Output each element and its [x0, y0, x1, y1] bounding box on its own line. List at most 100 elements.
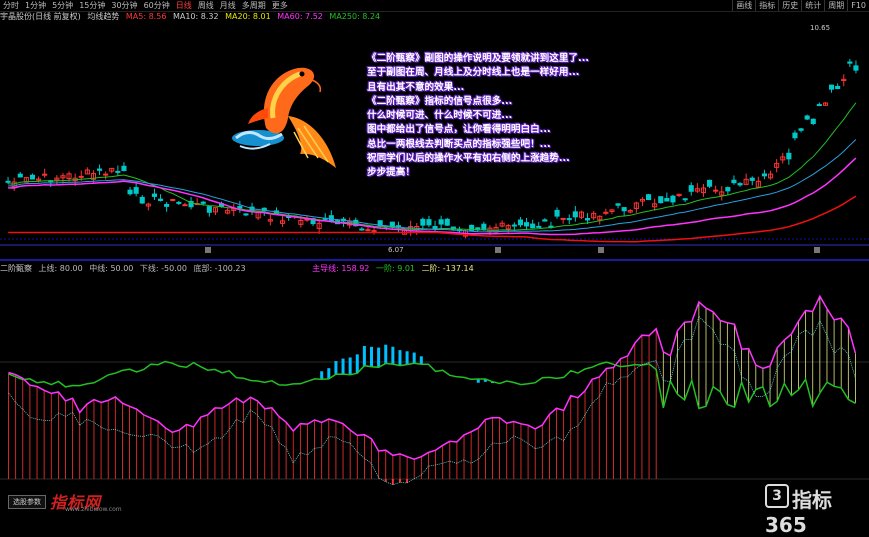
period-tab[interactable]: 更多 [269, 0, 291, 11]
annotation-line: 步步提高！ [367, 167, 415, 179]
ma5-value: MA5: 8.56 [125, 12, 167, 21]
sub-info-bar: 二阶甄察 上线: 80.00 中线: 50.00 下线: -50.00 底部: … [0, 264, 869, 274]
candle-body [810, 118, 816, 124]
period-tab[interactable]: 30分钟 [108, 0, 140, 11]
candle-body [658, 196, 664, 204]
candle-body [237, 206, 243, 209]
annotation-line: 图中都给出了信号点，让你看得明明白白... [367, 124, 551, 136]
stock-select-button[interactable]: 选股参数 [8, 495, 46, 509]
candle-body [164, 203, 170, 207]
candle-body [688, 185, 694, 192]
toolbar-button[interactable]: 周期 [824, 0, 847, 11]
annotation-text: 《二阶甄察》副图的操作说明及要领就讲到这里了... 至于副图在周、月线上及分时线上… [367, 52, 637, 181]
candle-body [438, 219, 444, 225]
candle-body [664, 198, 670, 202]
period-tab[interactable]: 60分钟 [141, 0, 173, 11]
time-marker [598, 247, 604, 253]
candle-body [646, 194, 652, 201]
candle-body [176, 201, 182, 204]
candle-body [798, 128, 804, 131]
candle-body [517, 219, 524, 226]
candle-body [621, 207, 627, 212]
sub-upper-value: 上线: 80.00 [38, 264, 83, 273]
period-tab[interactable]: 5分钟 [49, 0, 76, 11]
price-low-label: 6.07 [388, 246, 404, 254]
candle-body [243, 213, 249, 216]
candle-body [78, 175, 84, 178]
candle-body [536, 225, 542, 228]
watermark-right: 3 指标365 [765, 484, 869, 537]
toolbar-button[interactable]: F10 [847, 0, 869, 11]
period-tab[interactable]: 15分钟 [76, 0, 108, 11]
candle-body [713, 189, 719, 192]
indicator-name[interactable]: 均线趋势 [87, 12, 119, 22]
candle-body [725, 187, 731, 192]
candle-body [615, 203, 621, 206]
candle-body [761, 173, 768, 177]
sub-main-value: 主导线: 158.92 [312, 264, 370, 273]
candle-body [682, 198, 688, 201]
candle-body [121, 165, 127, 171]
candle-body [365, 229, 371, 232]
toolbar-button[interactable]: 统计 [801, 0, 824, 11]
candle-body [139, 196, 145, 204]
time-marker [205, 247, 211, 253]
candle-body [481, 223, 487, 230]
candle-body [97, 168, 103, 171]
time-marker [814, 247, 820, 253]
sub-second-value: 二阶: -137.14 [421, 264, 474, 273]
candle-body [5, 180, 11, 183]
candle-body [29, 174, 35, 180]
candle-body [749, 177, 755, 181]
main-line [8, 294, 857, 460]
candle-body [151, 193, 157, 197]
candle-body [816, 104, 822, 107]
stock-title: 宇晶股份(日线 前复权) [0, 12, 81, 21]
sub-mid-value: 中线: 50.00 [89, 264, 134, 273]
annotation-line: 总比一两根线去判断买点的指标强些吧！... [367, 138, 551, 150]
toolbar-button[interactable]: 历史 [778, 0, 801, 11]
toolbar-button[interactable]: 指标 [755, 0, 778, 11]
sub-indicator-name[interactable]: 二阶甄察 [0, 264, 32, 274]
candle-body [170, 198, 176, 201]
candle-body [328, 215, 334, 222]
period-tab[interactable]: 月线 [217, 0, 239, 11]
period-tab[interactable]: 分时 [0, 0, 22, 11]
period-tab[interactable]: 1分钟 [22, 0, 49, 11]
candle-body [103, 173, 109, 176]
period-tab[interactable]: 周线 [195, 0, 217, 11]
first-order-line [8, 360, 856, 410]
candle-body [42, 173, 48, 176]
candle-body [420, 218, 426, 226]
candle-body [847, 61, 853, 64]
time-marker [495, 247, 501, 253]
pane-divider[interactable] [0, 259, 869, 261]
annotation-line: 至于副图在周、月线上及分时线上也是一样好用... [367, 67, 580, 79]
period-tab[interactable]: 日线 [173, 0, 195, 11]
annotation-line: 什么时候可进、什么时候不可进... [367, 110, 513, 122]
ma10-value: MA10: 8.32 [172, 12, 219, 21]
oscillator-chart[interactable] [0, 274, 869, 523]
period-tab[interactable]: 多周期 [239, 0, 269, 11]
watermark-logo-icon: 3 [765, 484, 789, 508]
candle-body [127, 189, 133, 195]
candle-body [829, 84, 835, 90]
annotation-line: 《二阶甄察》指标的信号点很多... [367, 95, 513, 107]
candle-body [792, 132, 798, 139]
price-high-label: 10.65 [810, 24, 830, 32]
candle-body [731, 179, 737, 184]
candle-body [786, 152, 792, 160]
candle-body [133, 187, 139, 194]
candle-body [200, 201, 206, 204]
sub-lower-value: 下线: -50.00 [139, 264, 187, 273]
candle-body [670, 195, 676, 203]
toolbar-button[interactable]: 画线 [732, 0, 755, 11]
candle-body [426, 219, 432, 226]
candle-body [853, 65, 859, 71]
watermark-left-url: www.zhibiaow.com [65, 506, 122, 513]
candle-body [359, 228, 365, 231]
candle-body [206, 206, 212, 213]
main-info-bar: 宇晶股份(日线 前复权) 均线趋势 MA5: 8.56 MA10: 8.32 M… [0, 12, 869, 22]
toolbar-right: 画线 指标 历史 统计 周期 F10 [732, 0, 869, 11]
annotation-line: 《二阶甄察》副图的操作说明及要领就讲到这里了... [367, 53, 589, 64]
